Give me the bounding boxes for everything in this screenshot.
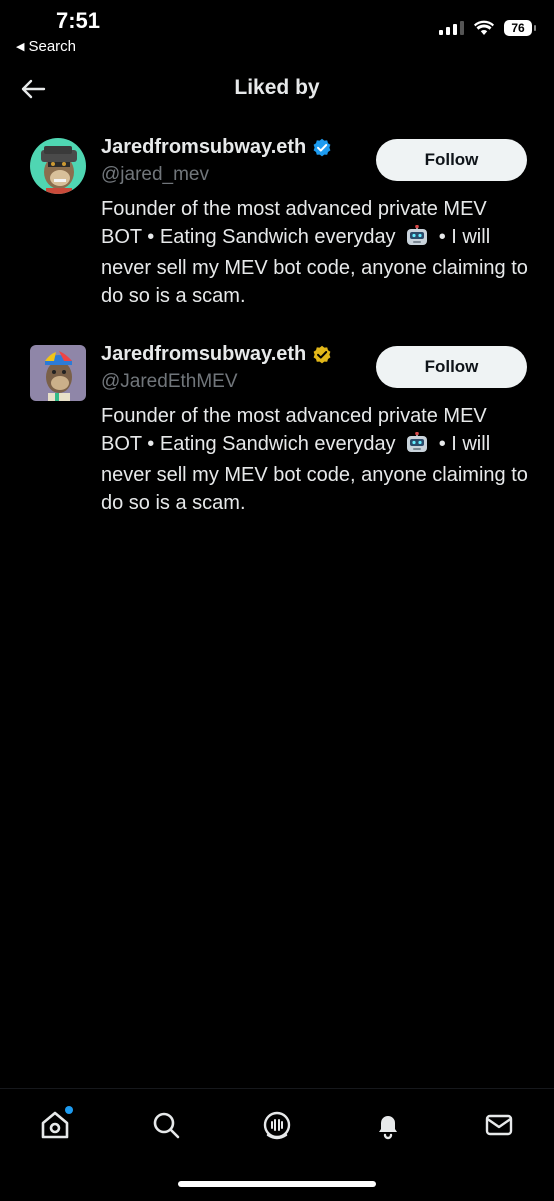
home-indicator[interactable] [178, 1181, 376, 1187]
back-to-search-link[interactable]: ◀ Search [16, 38, 76, 55]
user-handle: @jared_mev [101, 164, 209, 185]
user-bio: Founder of the most advanced private MEV… [101, 403, 531, 517]
back-to-search-label: Search [28, 38, 76, 55]
tab-search[interactable] [146, 1105, 186, 1145]
spaces-icon [263, 1111, 291, 1140]
status-time: 7:51 [56, 8, 101, 33]
notifications-icon [379, 1116, 397, 1140]
page-header: Liked by [0, 60, 554, 118]
user-bio: Founder of the most advanced private MEV… [101, 196, 531, 310]
new-content-dot [65, 1106, 73, 1114]
tab-home[interactable] [35, 1105, 75, 1145]
user-name-row: Jaredfromsubway.eth [101, 136, 332, 159]
cellular-signal-icon [439, 21, 464, 35]
back-triangle-icon: ◀ [16, 41, 25, 53]
home-icon [41, 1111, 69, 1139]
tab-messages[interactable] [479, 1105, 519, 1145]
avatar[interactable] [30, 345, 86, 401]
page-title: Liked by [234, 76, 320, 99]
battery-level: 76 [511, 21, 525, 35]
battery-icon: 76 [504, 20, 536, 36]
messages-icon [485, 1114, 513, 1136]
verified-badge-icon [313, 138, 331, 156]
status-indicators: 76 [439, 20, 536, 36]
robot-emoji-icon [405, 224, 429, 256]
avatar[interactable] [30, 138, 86, 194]
follow-button[interactable]: Follow [376, 346, 527, 388]
search-icon [153, 1112, 180, 1139]
tab-notifications[interactable] [368, 1105, 408, 1145]
user-display-name[interactable]: Jaredfromsubway.eth [101, 343, 306, 366]
status-bar: 7:51 ◀ Search 76 [0, 0, 554, 60]
verified-badge-icon [313, 345, 331, 363]
user-display-name[interactable]: Jaredfromsubway.eth [101, 136, 306, 159]
user-cell[interactable]: Jaredfromsubway.eth @JaredEthMEV Founder… [0, 325, 554, 532]
liked-by-list: Jaredfromsubway.eth @jared_mev Founder o… [0, 118, 554, 532]
user-name-row: Jaredfromsubway.eth [101, 343, 332, 366]
follow-button[interactable]: Follow [376, 139, 527, 181]
tab-spaces[interactable] [257, 1105, 297, 1145]
user-cell[interactable]: Jaredfromsubway.eth @jared_mev Founder o… [0, 118, 554, 325]
wifi-icon [474, 20, 494, 35]
ape-avatar-image [30, 138, 86, 194]
robot-emoji-icon [405, 431, 429, 463]
ape-avatar-image [30, 345, 86, 401]
user-handle: @JaredEthMEV [101, 371, 238, 392]
